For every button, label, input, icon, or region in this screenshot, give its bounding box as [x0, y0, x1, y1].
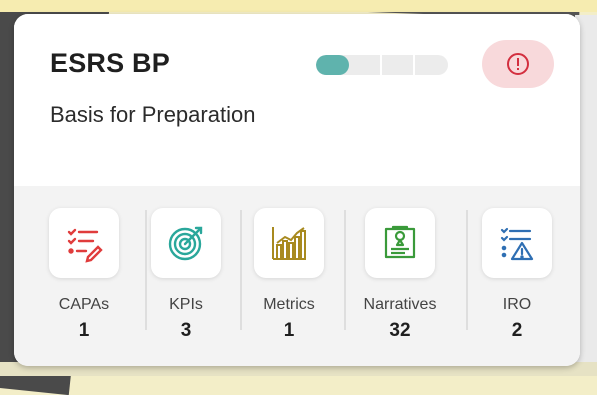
tile-label: KPIs: [169, 296, 203, 313]
list-warning-icon: [500, 227, 534, 261]
icon-box: [151, 208, 221, 278]
progress-separator: [380, 55, 382, 75]
background-strip: [0, 0, 597, 12]
progress-separator: [413, 55, 415, 75]
target-icon: [168, 226, 203, 261]
tile-label: Metrics: [263, 296, 315, 313]
card-stats: CAPAs 1 KPIs 3 Metrics 1 Narratives 32 I…: [14, 186, 580, 366]
checklist-pencil-icon: [67, 228, 103, 263]
card-header: ESRS BP Basis for Preparation: [14, 14, 580, 186]
tile-iro[interactable]: IRO 2: [481, 208, 553, 342]
bar-chart-icon: [272, 227, 306, 260]
icon-box: [49, 208, 119, 278]
divider: [145, 210, 147, 330]
progress-bar: [316, 55, 448, 75]
card-title: ESRS BP: [50, 48, 170, 78]
tile-count: 32: [389, 320, 411, 341]
exclamation-circle-icon: [507, 53, 529, 75]
alert-button[interactable]: [482, 40, 554, 88]
tile-narratives[interactable]: Narratives 32: [354, 208, 446, 342]
divider: [344, 210, 346, 330]
icon-box: [482, 208, 552, 278]
tile-count: 3: [180, 320, 192, 341]
tile-label: Narratives: [363, 296, 437, 313]
tile-count: 1: [283, 320, 295, 341]
divider: [240, 210, 242, 330]
progress-fill: [316, 55, 349, 75]
tile-metrics[interactable]: Metrics 1: [253, 208, 325, 342]
icon-box: [365, 208, 435, 278]
divider: [466, 210, 468, 330]
tile-kpis[interactable]: KPIs 3: [150, 208, 222, 342]
tile-capas[interactable]: CAPAs 1: [48, 208, 120, 342]
card-subtitle: Basis for Preparation: [50, 102, 256, 127]
tile-count: 1: [78, 320, 90, 341]
tile-count: 2: [511, 320, 523, 341]
icon-box: [254, 208, 324, 278]
tile-label: IRO: [502, 296, 532, 313]
esrs-card[interactable]: ESRS BP Basis for Preparation CAPAs 1 KP…: [14, 14, 580, 366]
document-edit-icon: [384, 225, 416, 259]
tile-label: CAPAs: [58, 296, 110, 313]
